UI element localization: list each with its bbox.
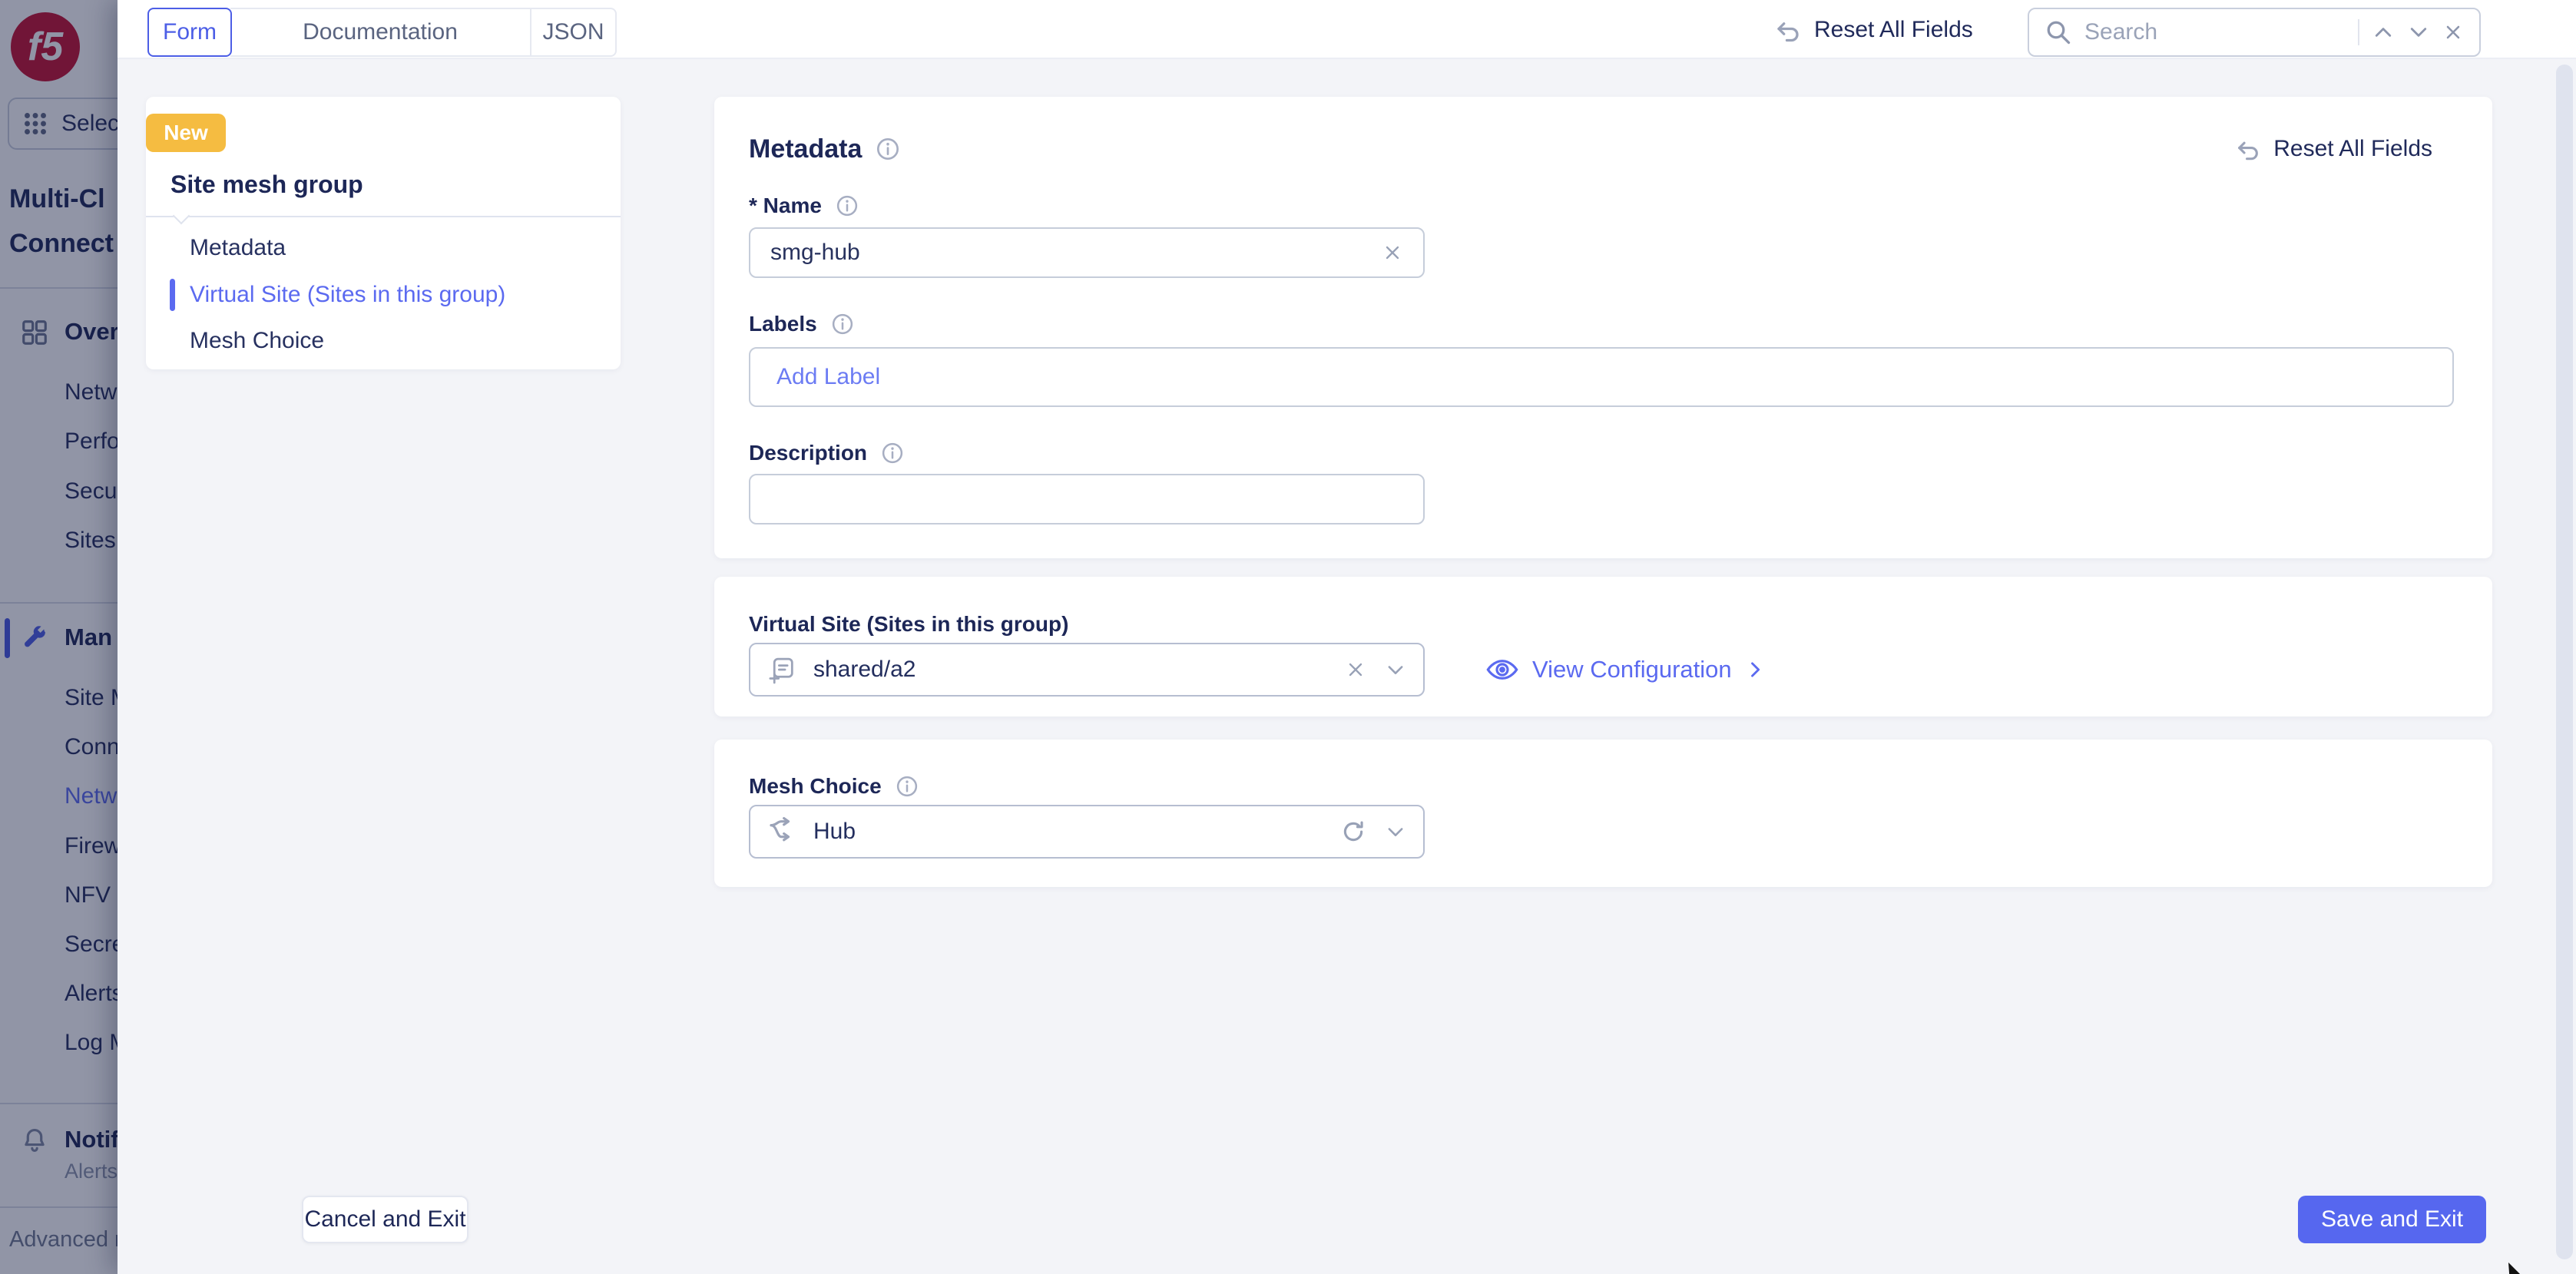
- virtual-site-label: Virtual Site (Sites in this group): [749, 612, 1068, 637]
- mesh-choice-label: Mesh Choice: [749, 774, 882, 799]
- reset-arrow-icon: [2235, 136, 2261, 162]
- tab-documentation[interactable]: Documentation: [230, 8, 531, 57]
- search-placeholder: Search: [2084, 19, 2346, 45]
- tab-form[interactable]: Form: [147, 8, 232, 57]
- labels-label-row: Labels: [749, 309, 854, 339]
- wizard-divider: [146, 216, 621, 217]
- clear-selection-icon[interactable]: [1345, 659, 1366, 680]
- name-value: smg-hub: [770, 240, 860, 266]
- wizard-active-indicator: [170, 279, 175, 311]
- search-icon: [2045, 18, 2072, 46]
- metadata-heading-row: Metadata: [749, 132, 900, 166]
- description-label: Description: [749, 441, 867, 465]
- chevron-up-icon[interactable]: [2372, 21, 2395, 44]
- eye-icon: [1485, 654, 1520, 685]
- view-configuration-link[interactable]: View Configuration: [1485, 651, 1766, 688]
- name-label-row: * Name: [749, 190, 859, 221]
- cancel-and-exit-button[interactable]: Cancel and Exit: [302, 1196, 469, 1243]
- tab-json[interactable]: JSON: [530, 8, 617, 57]
- name-label: * Name: [749, 194, 822, 218]
- save-and-exit-button[interactable]: Save and Exit: [2298, 1196, 2486, 1243]
- search-input[interactable]: Search: [2028, 8, 2481, 57]
- view-configuration-label: View Configuration: [1532, 656, 1732, 683]
- virtual-site-section-card: Virtual Site (Sites in this group) share…: [714, 577, 2492, 716]
- reset-arrow-icon: [1774, 16, 1802, 44]
- info-icon[interactable]: [836, 194, 859, 217]
- info-icon[interactable]: [831, 313, 854, 336]
- info-icon[interactable]: [876, 137, 900, 161]
- description-label-row: Description: [749, 438, 904, 468]
- mesh-choice-value: Hub: [813, 819, 856, 845]
- object-reference-icon: [767, 654, 798, 685]
- wizard-nav-virtual-site[interactable]: Virtual Site (Sites in this group): [190, 280, 505, 310]
- close-search-icon[interactable]: [2442, 22, 2464, 43]
- wizard-title: Site mesh group: [171, 170, 363, 199]
- branch-split-icon: [767, 816, 798, 847]
- vertical-scrollbar[interactable]: [2556, 65, 2573, 1259]
- mesh-choice-label-row: Mesh Choice: [749, 771, 919, 802]
- labels-box[interactable]: Add Label: [749, 347, 2454, 407]
- virtual-site-label-row: Virtual Site (Sites in this group): [749, 609, 1068, 640]
- reset-all-fields-form-button[interactable]: Reset All Fields: [2235, 132, 2432, 166]
- info-icon[interactable]: [896, 775, 919, 798]
- add-label-button[interactable]: Add Label: [776, 364, 880, 390]
- labels-label: Labels: [749, 312, 817, 336]
- wizard-nav-metadata[interactable]: Metadata: [190, 233, 286, 263]
- name-input[interactable]: smg-hub: [749, 227, 1425, 278]
- mouse-cursor: [2508, 1262, 2561, 1274]
- clear-name-icon[interactable]: [1382, 242, 1403, 263]
- chevron-down-icon[interactable]: [1385, 821, 1406, 842]
- description-input[interactable]: [749, 474, 1425, 524]
- mesh-choice-section-card: Mesh Choice Hub: [714, 740, 2492, 887]
- wizard-nav-mesh-choice[interactable]: Mesh Choice: [190, 326, 324, 356]
- search-divider: [2358, 19, 2359, 45]
- modal-overlay: [0, 0, 118, 1274]
- new-badge: New: [146, 114, 226, 152]
- mesh-choice-select[interactable]: Hub: [749, 805, 1425, 859]
- wizard-nav-panel: New Site mesh group Metadata Virtual Sit…: [146, 97, 621, 369]
- view-tabs: Form Documentation JSON: [147, 8, 617, 57]
- virtual-site-select[interactable]: shared/a2: [749, 643, 1425, 697]
- metadata-section-card: Metadata Reset All Fields * Name: [714, 97, 2492, 558]
- collapse-notch-icon[interactable]: [173, 207, 190, 225]
- refresh-icon[interactable]: [1340, 819, 1366, 845]
- virtual-site-value: shared/a2: [813, 657, 916, 683]
- site-mesh-group-modal: Form Documentation JSON Reset All Fields: [118, 0, 2576, 1274]
- chevron-down-icon[interactable]: [1385, 659, 1406, 680]
- chevron-down-icon[interactable]: [2407, 21, 2430, 44]
- chevron-right-icon: [1744, 659, 1766, 680]
- modal-topbar: Form Documentation JSON Reset All Fields: [118, 0, 2576, 59]
- f5-console-screen: f5 Select Multi-Cl Connect Over Netw Per…: [0, 0, 2576, 1274]
- metadata-heading: Metadata: [749, 134, 862, 164]
- info-icon[interactable]: [881, 442, 904, 465]
- reset-all-fields-top-button[interactable]: Reset All Fields: [1774, 0, 1973, 59]
